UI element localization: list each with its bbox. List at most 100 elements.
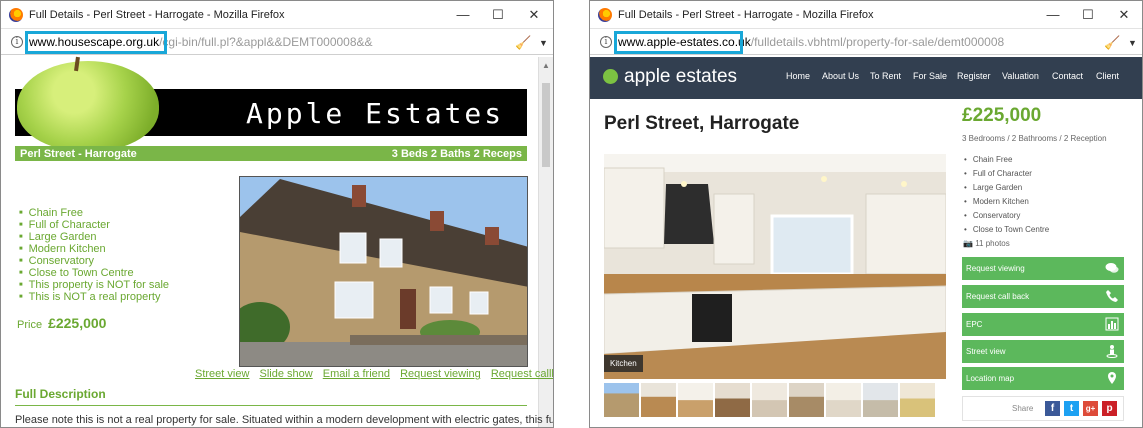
nav-for-sale[interactable]: For Sale [913, 71, 947, 81]
minimize-button[interactable]: — [446, 1, 480, 28]
left-browser-window: Full Details - Perl Street - Harrogate -… [0, 0, 554, 428]
location-map-button[interactable]: Location map [962, 367, 1124, 390]
price-label: Price [17, 319, 43, 331]
nav-about-us[interactable]: About Us [822, 71, 859, 81]
nav-home[interactable]: Home [786, 71, 810, 81]
dropdown-arrow-icon[interactable]: ▼ [1128, 38, 1137, 48]
google-plus-icon[interactable]: g+ [1083, 401, 1098, 416]
apple-logo-image [17, 61, 159, 151]
banner-title: Apple Estates [246, 97, 505, 130]
url-path: /cgi-bin/full.pl?&appl&&DEMT000008&& [159, 34, 373, 49]
firefox-icon [9, 7, 23, 22]
street-view-button[interactable]: Street view [962, 340, 1124, 363]
thumbnail[interactable] [678, 383, 713, 417]
list-item: Close to Town Centre [964, 223, 1049, 237]
house-photo[interactable] [239, 176, 528, 367]
nav-to-rent[interactable]: To Rent [870, 71, 901, 81]
thumbnail[interactable] [900, 383, 935, 417]
request-viewing-button[interactable]: Request viewing [962, 257, 1124, 280]
info-icon[interactable]: i [600, 35, 612, 48]
price: Price £225,000 [17, 315, 106, 331]
thumbnail[interactable] [789, 383, 824, 417]
scroll-thumb[interactable] [542, 83, 550, 167]
house-photo-drawing [240, 177, 527, 366]
list-item: Full of Character [964, 167, 1049, 181]
epc-label: EPC [966, 320, 983, 329]
list-item: This property is NOT for sale [19, 279, 169, 291]
nav-client[interactable]: Client [1096, 71, 1119, 81]
property-address: Perl Street - Harrogate [20, 147, 137, 160]
close-button[interactable]: ✕ [517, 1, 551, 28]
broom-icon[interactable]: 🧹 [515, 35, 531, 51]
photo-count[interactable]: 📷 11 photos [963, 239, 1010, 248]
pinterest-icon[interactable]: p [1102, 401, 1117, 416]
request-callback-link[interactable]: Request callback [491, 368, 553, 380]
property-links: Street view Slide show Email a friend Re… [195, 368, 553, 380]
divider [15, 405, 527, 406]
feature-list: Chain Free Full of Character Large Garde… [19, 207, 169, 303]
camera-icon: 📷 [963, 239, 973, 248]
list-item: Conservatory [964, 209, 1049, 223]
property-heading-bar: Perl Street - Harrogate 3 Beds 2 Baths 2… [15, 146, 527, 161]
slide-show-link[interactable]: Slide show [259, 368, 312, 380]
twitter-icon[interactable]: t [1064, 401, 1079, 416]
apple-logo-icon[interactable] [603, 69, 618, 84]
window-title: Full Details - Perl Street - Harrogate -… [618, 8, 874, 21]
title-bar: Full Details - Perl Street - Harrogate -… [590, 1, 1142, 28]
street-view-person-icon [1106, 345, 1118, 358]
maximize-button[interactable]: ☐ [1071, 1, 1105, 28]
room-summary: 3 Bedrooms / 2 Bathrooms / 2 Reception [962, 134, 1107, 143]
list-item: Large Garden [19, 231, 169, 243]
chat-icon [1105, 263, 1119, 273]
feature-list: Chain Free Full of Character Large Garde… [964, 153, 1049, 237]
nav-register[interactable]: Register [957, 71, 991, 81]
thumbnail[interactable] [641, 383, 676, 417]
facebook-icon[interactable]: f [1045, 401, 1060, 416]
list-item: Chain Free [19, 207, 169, 219]
maximize-button[interactable]: ☐ [481, 1, 515, 28]
dropdown-arrow-icon[interactable]: ▼ [539, 38, 548, 48]
request-viewing-link[interactable]: Request viewing [400, 368, 481, 380]
window-title: Full Details - Perl Street - Harrogate -… [29, 8, 285, 21]
list-item: Close to Town Centre [19, 267, 169, 279]
list-item: Modern Kitchen [964, 195, 1049, 209]
broom-icon[interactable]: 🧹 [1104, 35, 1120, 51]
property-rooms: 3 Beds 2 Baths 2 Receps [391, 147, 522, 160]
minimize-button[interactable]: — [1036, 1, 1070, 28]
thumbnail[interactable] [604, 383, 639, 417]
thumbnail[interactable] [863, 383, 898, 417]
price: £225,000 [962, 105, 1042, 126]
close-button[interactable]: ✕ [1107, 1, 1141, 28]
url-path: /fulldetails.vbhtml/property-for-sale/de… [750, 34, 1005, 49]
domain-highlight-box [614, 31, 743, 54]
nav-valuation[interactable]: Valuation [1002, 71, 1039, 81]
title-bar: Full Details - Perl Street - Harrogate -… [1, 1, 553, 28]
email-friend-link[interactable]: Email a friend [323, 368, 390, 380]
info-icon[interactable]: i [11, 35, 23, 48]
list-item: Conservatory [19, 255, 169, 267]
street-view-link[interactable]: Street view [195, 368, 249, 380]
main-photo[interactable] [604, 154, 946, 379]
firefox-icon [598, 7, 612, 22]
request-call-back-button[interactable]: Request call back [962, 285, 1124, 308]
phone-icon [1106, 290, 1118, 302]
photo-count-text: 11 photos [975, 239, 1010, 248]
thumbnail[interactable] [752, 383, 787, 417]
nav-contact[interactable]: Contact [1052, 71, 1083, 81]
scroll-up-icon[interactable]: ▲ [542, 61, 550, 70]
page-title: Perl Street, Harrogate [604, 113, 800, 134]
thumbnail-strip [604, 383, 935, 417]
street-view-label: Street view [966, 347, 1006, 356]
list-item: This is NOT a real property [19, 291, 169, 303]
epc-button[interactable]: EPC [962, 313, 1124, 336]
full-description-heading: Full Description [15, 387, 106, 401]
share-label: Share [1012, 404, 1034, 413]
site-navbar: apple estates Home About Us To Rent For … [590, 57, 1142, 99]
thumbnail[interactable] [715, 383, 750, 417]
list-item: Modern Kitchen [19, 243, 169, 255]
site-logo[interactable]: apple estates [624, 66, 737, 88]
thumbnail[interactable] [826, 383, 861, 417]
location-map-label: Location map [966, 374, 1015, 383]
bar-chart-icon [1105, 317, 1119, 331]
photo-caption: Kitchen [604, 355, 643, 372]
